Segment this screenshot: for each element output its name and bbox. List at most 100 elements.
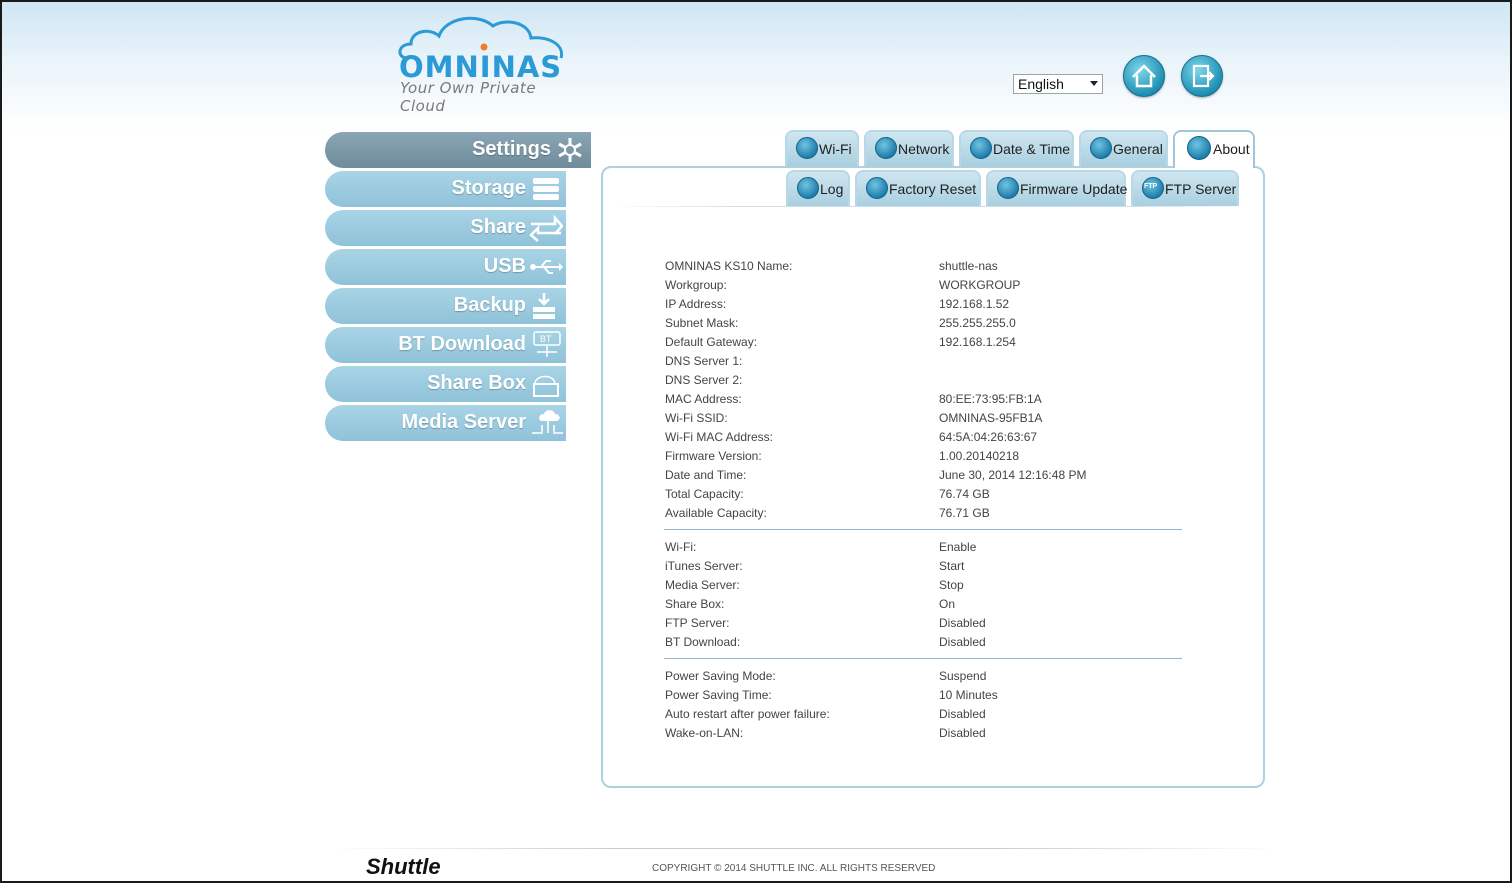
- tab-about[interactable]: About: [1173, 130, 1255, 168]
- info-value: Stop: [939, 578, 964, 592]
- info-value: OMNINAS-95FB1A: [939, 411, 1043, 425]
- info-key: DNS Server 1:: [665, 354, 743, 368]
- sidebar-item-backup[interactable]: Backup: [325, 288, 566, 324]
- clock-icon: [970, 137, 992, 159]
- share-box-icon: [533, 375, 559, 397]
- info-value: 192.168.1.52: [939, 297, 1010, 311]
- share-arrows-icon: [529, 214, 563, 242]
- log-icon: [797, 177, 819, 199]
- firmware-icon: [997, 177, 1019, 199]
- sidebar-item-label: Share Box: [427, 372, 526, 394]
- language-value: English: [1018, 76, 1064, 92]
- copyright-text: COPYRIGHT © 2014 SHUTTLE INC. ALL RIGHTS…: [652, 863, 936, 874]
- info-key: FTP Server:: [665, 616, 730, 630]
- page-frame: OMNINAS Your Own Private Cloud English S…: [0, 0, 1512, 883]
- sidebar-item-label: Media Server: [401, 411, 526, 433]
- wifi-icon: [796, 137, 818, 159]
- info-value: June 30, 2014 12:16:48 PM: [939, 468, 1087, 482]
- info-value: shuttle-nas: [939, 259, 998, 273]
- info-value: Disabled: [939, 726, 986, 740]
- sidebar-item-settings[interactable]: Settings: [325, 132, 591, 168]
- sidebar-item-share[interactable]: Share: [325, 210, 566, 246]
- info-value: Disabled: [939, 635, 986, 649]
- tab-factory-reset[interactable]: Factory Reset: [855, 170, 981, 206]
- info-key: Available Capacity:: [665, 506, 767, 520]
- info-value: 1.00.20140218: [939, 449, 1020, 463]
- sidebar-item-label: USB: [483, 255, 526, 277]
- language-select[interactable]: English: [1013, 74, 1103, 94]
- tab-label: Log: [820, 181, 844, 197]
- sidebar-item-storage[interactable]: Storage: [325, 171, 566, 207]
- omninas-logo: OMNINAS Your Own Private Cloud: [397, 14, 572, 115]
- info-key: Media Server:: [665, 578, 740, 592]
- info-value: Disabled: [939, 707, 986, 721]
- ftp-icon: FTP: [1142, 177, 1164, 199]
- gear-icon: [558, 138, 582, 162]
- media-cloud-icon: [532, 410, 563, 434]
- info-value: On: [939, 597, 956, 611]
- section-divider: [664, 658, 1182, 659]
- reset-icon: [866, 177, 888, 199]
- usb-icon: [530, 260, 563, 274]
- logout-icon: [1192, 64, 1215, 88]
- info-key: Subnet Mask:: [665, 316, 739, 330]
- sidebar-item-label: BT Download: [398, 333, 526, 355]
- info-key: Auto restart after power failure:: [665, 707, 830, 721]
- shuttle-logo: Shuttle: [366, 854, 441, 879]
- sidebar-item-label: Storage: [451, 177, 526, 199]
- info-key: Date and Time:: [665, 468, 747, 482]
- tab-log[interactable]: Log: [786, 170, 850, 206]
- info-key: Default Gateway:: [665, 335, 758, 349]
- svg-text:BT: BT: [540, 334, 552, 344]
- info-key: IP Address:: [665, 297, 727, 311]
- chevron-down-icon: [1090, 81, 1098, 86]
- home-button[interactable]: [1123, 55, 1165, 97]
- info-key: Total Capacity:: [665, 487, 744, 501]
- tab-label: Firmware Update: [1020, 181, 1128, 197]
- info-key: Wi-Fi SSID:: [665, 411, 728, 425]
- tab-general[interactable]: General: [1079, 130, 1168, 166]
- ftp-icon-badge: FTP: [1144, 183, 1158, 190]
- tab-network[interactable]: Network: [864, 130, 954, 166]
- tab-firmware-update[interactable]: Firmware Update: [986, 170, 1128, 206]
- tab-date-time[interactable]: Date & Time: [959, 130, 1074, 166]
- info-key: MAC Address:: [665, 392, 742, 406]
- backup-download-icon: [533, 293, 555, 319]
- home-icon: [1132, 64, 1156, 88]
- tab-label: Network: [898, 141, 950, 157]
- info-icon: [1187, 136, 1211, 160]
- tab-label: FTP Server: [1165, 181, 1237, 197]
- info-value: 10 Minutes: [939, 688, 998, 702]
- sidebar-item-bt-download[interactable]: BT Download BT: [325, 327, 566, 363]
- info-key: Wake-on-LAN:: [665, 726, 744, 740]
- info-value: Suspend: [939, 669, 987, 683]
- bt-icon: BT: [533, 331, 561, 357]
- info-value: 76.71 GB: [939, 506, 990, 520]
- info-value: 76.74 GB: [939, 487, 990, 501]
- tab-wifi[interactable]: Wi-Fi: [785, 130, 859, 166]
- info-value: 64:5A:04:26:63:67: [939, 430, 1038, 444]
- network-icon: [875, 137, 897, 159]
- logout-button[interactable]: [1181, 55, 1223, 97]
- info-key: BT Download:: [665, 635, 741, 649]
- sidebar-item-share-box[interactable]: Share Box: [325, 366, 566, 402]
- info-value: WORKGROUP: [939, 278, 1021, 292]
- info-value: Enable: [939, 540, 977, 554]
- logo-tagline: Your Own Private Cloud: [400, 79, 537, 115]
- tab-ftp-server[interactable]: FTP FTP Server: [1131, 170, 1239, 206]
- info-key: OMNINAS KS10 Name:: [665, 259, 793, 273]
- info-value: 80:EE:73:95:FB:1A: [939, 392, 1042, 406]
- tab-label: General: [1113, 141, 1163, 157]
- tab-label: About: [1213, 141, 1250, 157]
- sidebar-item-usb[interactable]: USB: [325, 249, 566, 285]
- info-key: Wi-Fi:: [665, 540, 697, 554]
- tab-label: Wi-Fi: [819, 141, 852, 157]
- sidebar-item-media-server[interactable]: Media Server: [325, 405, 566, 441]
- sidebar-item-label: Settings: [472, 138, 551, 160]
- info-value: Start: [939, 559, 965, 573]
- info-key: Power Saving Mode:: [665, 669, 776, 683]
- info-key: DNS Server 2:: [665, 373, 743, 387]
- info-key: Workgroup:: [665, 278, 727, 292]
- info-key: iTunes Server:: [665, 559, 743, 573]
- info-key: Power Saving Time:: [665, 688, 772, 702]
